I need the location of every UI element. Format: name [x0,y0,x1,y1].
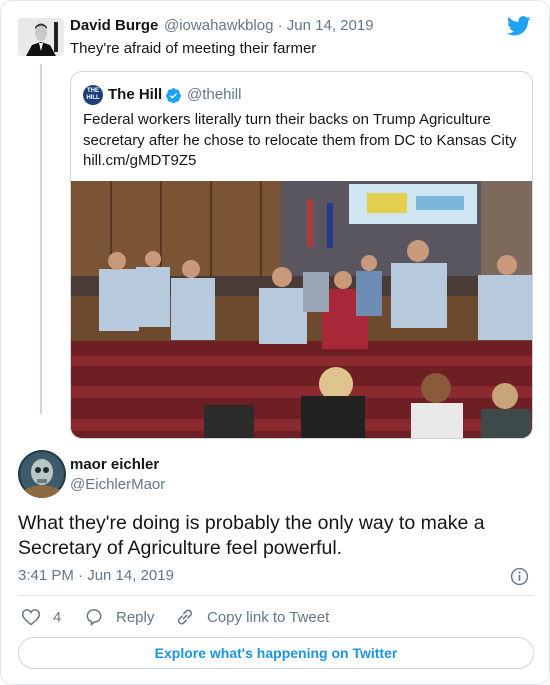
reply-avatar[interactable] [18,450,66,498]
link-icon [177,609,193,625]
parent-date[interactable]: Jun 14, 2019 [287,17,374,34]
quote-author-name[interactable]: The Hill [108,86,162,103]
like-count: 4 [53,608,62,626]
reply-tweet-text: What they're doing is probably the only … [18,511,528,561]
parent-author-name[interactable]: David Burge [70,17,158,34]
thread-connector-line [40,64,42,414]
skull-avatar-icon [18,450,66,498]
reply-label: Reply [116,608,155,626]
quote-text-line: Federal workers literally turn their bac… [83,111,491,128]
quote-text-line: secretary after he chose to relocate the… [83,131,517,149]
reply-bubble-icon [86,609,102,627]
info-icon[interactable] [510,567,529,586]
reply-text-line: What they're doing is probably the only … [18,512,485,534]
tweet-timestamp[interactable]: 3:41 PM · Jun 14, 2019 [18,567,174,584]
parent-avatar[interactable] [18,18,64,56]
copy-link-button[interactable]: Copy link to Tweet [175,606,329,628]
quote-link[interactable]: hill.cm/gMDT9Z5 [83,151,523,172]
parent-handle-date[interactable]: @iowahawkblog · Jun 14, 2019 [164,17,374,34]
reply-handle[interactable]: @EichlerMaor [70,476,165,493]
quote-tweet-text: Federal workers literally turn their bac… [83,110,523,172]
divider [18,595,534,596]
reply-author-name[interactable]: maor eichler [70,456,159,473]
the-hill-logo[interactable]: THE HILL [83,85,103,105]
reply-button[interactable]: Reply [84,606,154,628]
heart-icon [21,609,41,626]
tweet-embed-card: David Burge @iowahawkblog · Jun 14, 2019… [0,0,550,685]
parent-handle[interactable]: @iowahawkblog [164,17,273,34]
like-button[interactable]: 4 [21,606,61,628]
copy-link-label: Copy link to Tweet [207,608,330,626]
explore-twitter-button[interactable]: Explore what's happening on Twitter [18,637,534,669]
quoted-tweet[interactable]: THE HILL The Hill @thehill Federal worke… [70,71,533,439]
auditorium-photo[interactable] [71,181,533,439]
parent-tweet-text: They're afraid of meeting their farmer [70,40,317,57]
quote-handle[interactable]: @thehill [187,86,241,103]
reply-text-line: Secretary of Agriculture feel powerful. [18,537,343,559]
twitter-bird-icon[interactable] [507,15,531,37]
verified-badge-icon [166,88,181,104]
man-in-suit-avatar-icon [18,18,64,56]
separator-dot: · [277,17,283,34]
